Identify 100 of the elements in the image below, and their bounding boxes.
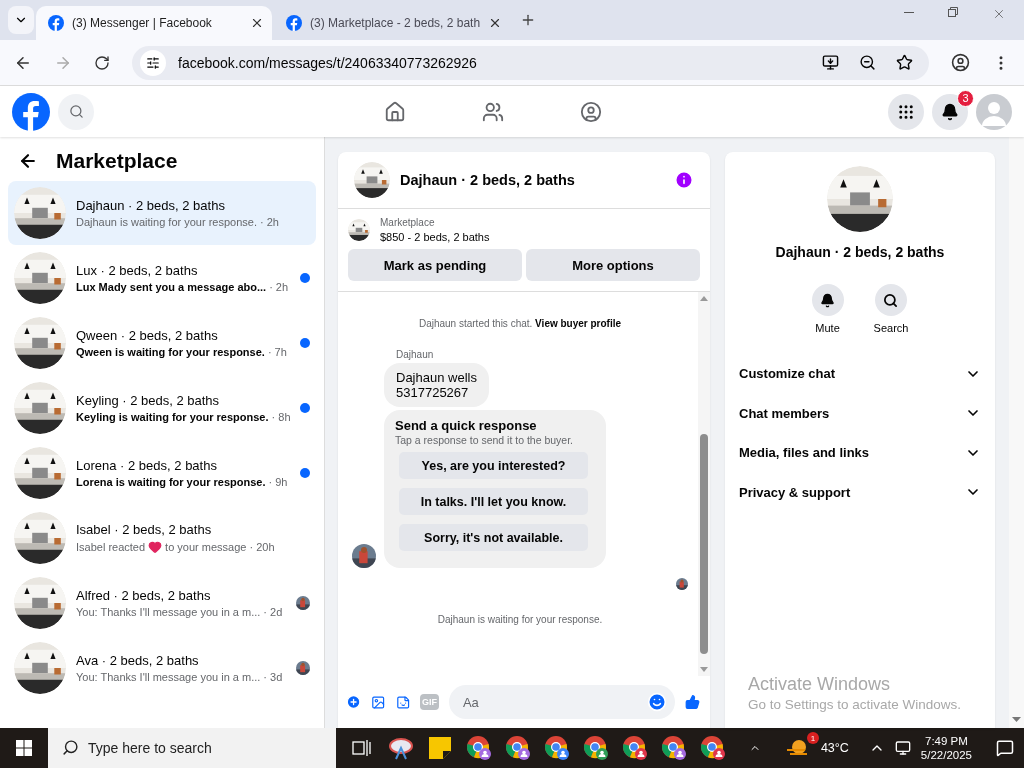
message-preview: Isabel reacted [76,541,146,553]
quick-response-button[interactable]: Yes, are you interested? [399,452,588,479]
message-time: · 2h [269,281,289,293]
message-time: · 2d [263,606,283,618]
message-preview: Keyling is waiting for your response. [76,411,269,423]
message-field[interactable]: Aa [448,685,675,719]
temperature: 43°C [820,741,849,755]
conversation-name: Lorena · 2 beds, 2 baths [76,458,218,473]
zoom-icon[interactable] [859,54,876,71]
chrome-profile-icon[interactable] [660,735,687,761]
notifications-icon[interactable] [996,739,1014,757]
details-section[interactable]: Customize chat [725,354,995,394]
info-icon[interactable] [674,170,694,190]
grid-icon [897,102,915,121]
conversation-name: Isabel · 2 beds, 2 baths [76,522,213,537]
message-preview: You: Thanks I'll message you in a m... [76,606,261,618]
message-bubble: Dajhaun wells 5317725267 [384,363,489,407]
conversation-item[interactable]: Keyling · 2 beds, 2 baths Keyling is waiting for your response. · 8h [8,376,316,440]
bookmark-star-icon[interactable] [896,54,913,71]
message-time: · 9h [268,476,288,488]
sender-name: Dajhaun [396,349,435,360]
install-app-icon[interactable] [822,54,839,71]
conversation-name: Alfred · 2 beds, 2 baths [76,588,212,603]
profile-icon[interactable] [951,53,970,72]
notifications-button[interactable] [932,93,968,130]
reload-icon[interactable] [94,54,110,71]
friends-icon[interactable] [482,100,504,123]
chrome-profile-icon[interactable] [504,735,531,761]
facebook-logo-icon[interactable] [286,15,302,31]
search-icon [62,739,79,756]
message-time: · 7h [267,346,287,358]
sidebar-title: Marketplace [56,149,178,173]
back-icon[interactable] [18,151,38,171]
facebook-logo-icon[interactable] [48,15,64,31]
message-preview: Qween is waiting for your response. [76,346,265,358]
search-icon [68,104,84,119]
contact-name: Dajhaun · 2 beds, 2 baths [774,244,946,260]
listing-summary: $850 - 2 beds, 2 baths [380,231,490,243]
conversation-item[interactable]: Lux · 2 beds, 2 baths Lux Mady sent you a message abo... · 2h [8,246,316,310]
conversation-item[interactable]: Qween · 2 beds, 2 baths Qween is waiting for your response. · 7h [8,311,316,375]
quick-response-title: Send a quick response [395,418,538,433]
scrollbar-thumb[interactable] [700,434,708,654]
bell-icon [820,292,836,308]
facebook-logo-icon[interactable] [12,92,50,131]
quick-response-button[interactable]: In talks. I'll let you know. [399,488,588,515]
message-time: · 2h [260,216,279,228]
message-time: · 8h [271,411,291,423]
address-bar[interactable]: facebook.com/messages/t/24063340773262926 [132,45,929,80]
like-icon[interactable] [684,692,700,712]
buyer-profile-link[interactable]: View buyer profile [535,318,622,329]
chat-start-note: Dajhaun started this chat. View buyer profile [417,318,623,329]
quick-response-button[interactable]: Sorry, it's not available. [399,524,588,551]
waiting-status: Dajhaun is waiting for your response. [436,614,604,625]
listing-action-button[interactable]: More options [526,249,700,281]
home-icon[interactable] [384,100,406,123]
conversation-item[interactable]: Lorena · 2 beds, 2 baths Lorena is waiting for your response. · 9h [8,441,316,505]
scroll-up-icon[interactable] [700,296,708,301]
taskbar-search-field[interactable]: Type here to search [48,728,336,768]
menu-button[interactable] [888,93,924,130]
taskbar-clock[interactable]: 7:49 PM 5/22/2025 [920,735,972,761]
chat-title: Dajhaun · 2 beds, 2 baths [400,172,576,188]
chrome-profile-icon[interactable] [582,735,609,761]
weather-badge: 1 [806,732,819,744]
message-time: · 20h [249,541,275,553]
chrome-profile-icon[interactable] [465,735,492,761]
conversation-name: Qween · 2 beds, 2 baths [76,328,219,343]
details-section[interactable]: Chat members [725,393,995,433]
browser-tab[interactable]: (3) Messenger | Facebook [36,6,272,40]
restore-icon[interactable] [948,7,958,17]
conversation-item[interactable]: Alfred · 2 beds, 2 baths You: Thanks I'll message you in a m... · 2d [8,571,316,635]
details-section[interactable]: Privacy & support [725,472,995,512]
message-preview: Lorena is waiting for your response. [76,476,266,488]
bell-icon [941,102,959,121]
conversation-item[interactable]: Ava · 2 beds, 2 baths You: Thanks I'll message you in a m... · 3d [8,636,316,700]
chrome-profile-icon[interactable] [621,735,648,761]
close-icon[interactable] [250,16,264,30]
action-label: Search [873,322,909,334]
message-time: · 3d [263,671,283,683]
scroll-down-icon[interactable] [700,667,708,672]
conversation-item[interactable]: Dajhaun · 2 beds, 2 baths Dajhaun is waiting for your response. · 2h [8,181,316,245]
browser-tab[interactable]: (3) Marketplace - 2 beds, 2 bath [274,6,511,40]
network-icon[interactable] [894,740,911,756]
conversation-name: Ava · 2 beds, 2 baths [76,653,200,668]
message-preview: Dajhaun is waiting for your response. [76,216,257,228]
conversation-item[interactable]: Isabel · 2 beds, 2 baths Isabel reacted to your message · 20h [8,506,316,570]
mute-button[interactable] [811,284,844,316]
quick-response-hint: Tap a response to send it to the buyer. [395,434,575,446]
scroll-down-icon[interactable] [1012,717,1021,722]
search-button[interactable] [875,284,907,316]
details-section[interactable]: Media, files and links [725,433,995,473]
chrome-profile-icon[interactable] [699,735,726,761]
activation-text: Go to Settings to activate Windows. [748,697,962,712]
chrome-profile-icon[interactable] [543,735,570,761]
message-preview: Lux Mady sent you a message abo... [76,281,267,293]
conversation-name: Dajhaun · 2 beds, 2 baths [76,198,226,213]
site-info-icon[interactable] [146,55,160,70]
groups-icon[interactable] [580,100,602,123]
action-label: Mute [815,322,840,334]
conversation-name: Keyling · 2 beds, 2 baths [76,393,221,408]
listing-action-button[interactable]: Mark as pending [348,249,522,281]
